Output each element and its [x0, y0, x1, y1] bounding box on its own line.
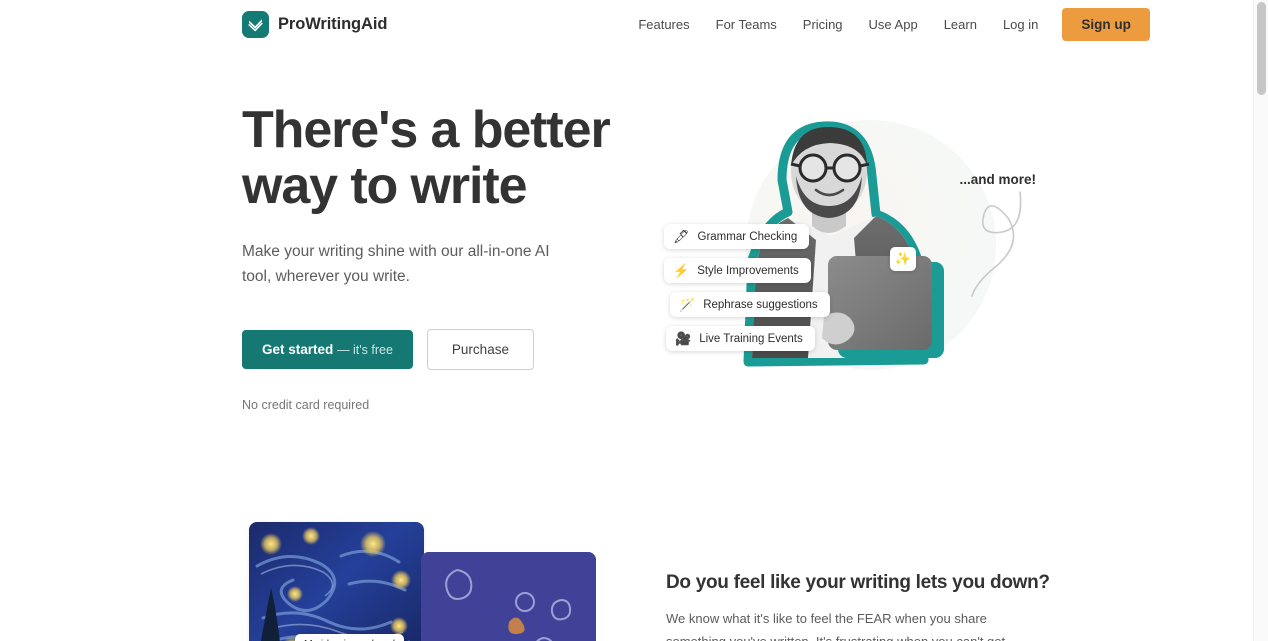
feature-chip-style-improvements[interactable]: ⚡ Style Improvements — [664, 258, 811, 283]
get-started-label: Get started — [262, 342, 334, 358]
purchase-button[interactable]: Purchase — [426, 329, 534, 371]
feature-chip-label: Live Training Events — [699, 332, 803, 345]
writing-lets-you-down-section: My idea in my head Do you feel like your… — [0, 412, 1253, 641]
page-scrollbar-track[interactable] — [1253, 0, 1268, 641]
nav-item-learn[interactable]: Learn — [931, 11, 990, 38]
nav-item-for-teams[interactable]: For Teams — [703, 11, 790, 38]
nav-item-pricing[interactable]: Pricing — [790, 11, 856, 38]
prowritingaid-book-logo-icon — [242, 10, 269, 38]
starry-night-card — [249, 522, 424, 641]
fountain-pen-icon: 🖋 — [673, 229, 690, 244]
and-more-label: ...and more! — [959, 172, 1036, 187]
section-copy: Do you feel like your writing lets you d… — [666, 522, 1050, 641]
no-credit-card-note: No credit card required — [242, 398, 370, 413]
hero-cta-group: Get started — it's free Purchase — [242, 329, 642, 371]
nav-item-log-in[interactable]: Log in — [990, 11, 1051, 38]
sparkles-icon: ✨ — [894, 251, 912, 266]
hero-section: There's a better way to write Make your … — [0, 48, 1253, 412]
nav-item-features[interactable]: Features — [625, 11, 702, 38]
hero-subtitle: Make your writing shine with our all-in-… — [242, 243, 550, 285]
nav-item-use-app[interactable]: Use App — [856, 11, 931, 38]
curved-arrow-icon — [971, 191, 1022, 297]
feature-chip-rephrase-suggestions[interactable]: 🪄 Rephrase suggestions — [670, 292, 830, 317]
feature-chip-live-training-events[interactable]: 🎥 Live Training Events — [666, 326, 815, 351]
feature-chip-label: Style Improvements — [697, 264, 799, 277]
sparkles-badge: ✨ — [890, 247, 916, 271]
feature-chip-grammar-checking[interactable]: 🖋 Grammar Checking — [664, 224, 810, 249]
section-title: Do you feel like your writing lets you d… — [666, 572, 1050, 594]
page-scrollbar-thumb[interactable] — [1257, 2, 1266, 95]
feature-chip-list: 🖋 Grammar Checking ⚡ Style Improvements … — [664, 224, 830, 351]
page-viewport: ProWritingAid Features For Teams Pricing… — [0, 0, 1253, 641]
feature-chip-label: Grammar Checking — [697, 230, 798, 243]
brand-name: ProWritingAid — [278, 14, 388, 33]
feature-chip-label: Rephrase suggestions — [703, 298, 818, 311]
sign-up-button[interactable]: Sign up — [1062, 7, 1150, 41]
hero-copy: There's a better way to write Make your … — [242, 102, 642, 412]
idea-tooltip: My idea in my head — [295, 634, 405, 641]
hero-illustration: 🖋 Grammar Checking ⚡ Style Improvements … — [664, 102, 1044, 402]
comparison-cards: My idea in my head — [249, 522, 629, 641]
magic-wand-icon: 🪄 — [679, 297, 696, 312]
section-body: We know what it's like to feel the FEAR … — [666, 611, 1005, 641]
site-header: ProWritingAid Features For Teams Pricing… — [0, 0, 1253, 48]
main-navigation: Features For Teams Pricing Use App Learn… — [625, 7, 1150, 41]
get-started-button[interactable]: Get started — it's free — [242, 330, 413, 370]
get-started-suffix: — it's free — [337, 343, 393, 358]
movie-camera-icon: 🎥 — [675, 331, 692, 346]
lightning-bolt-icon: ⚡ — [673, 263, 690, 278]
brand-logo-link[interactable]: ProWritingAid — [242, 10, 388, 38]
hero-title: There's a better way to write — [242, 101, 611, 216]
doodle-card — [421, 552, 596, 641]
